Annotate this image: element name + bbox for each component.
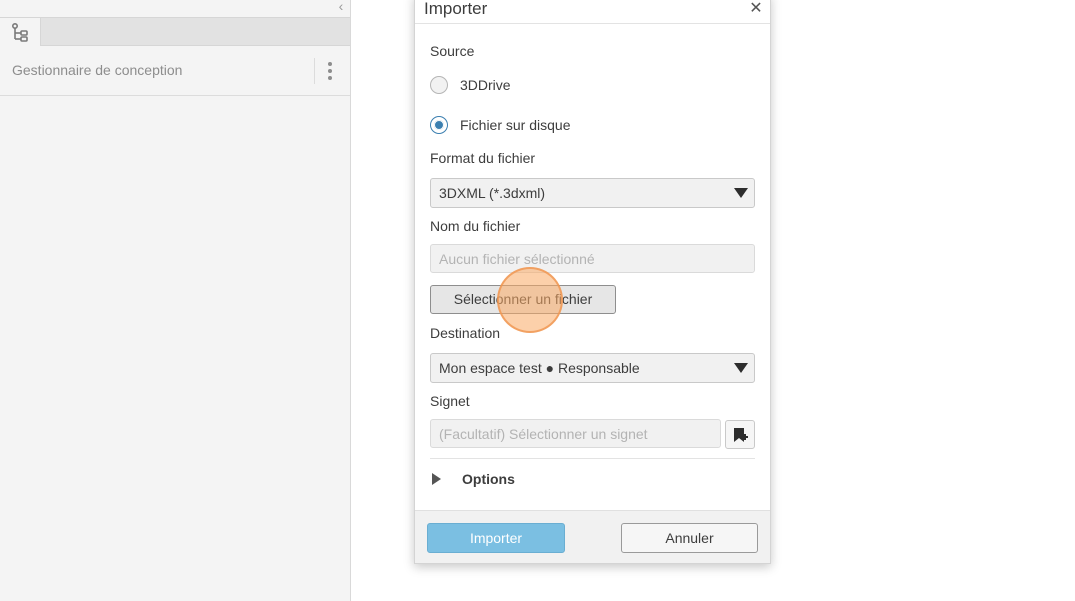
dialog-title: Importer	[424, 0, 488, 18]
filename-label: Nom du fichier	[430, 218, 521, 234]
options-expander[interactable]: Options	[430, 471, 630, 491]
dialog-header: Importer ✕	[415, 0, 770, 24]
caret-right-icon	[432, 473, 441, 485]
source-label: Source	[430, 43, 475, 59]
filename-input[interactable]	[430, 244, 755, 273]
panel-tab-strip	[0, 17, 350, 46]
bookmark-input[interactable]	[430, 419, 721, 448]
format-label: Format du fichier	[430, 150, 536, 166]
radio-3ddrive[interactable]	[430, 76, 448, 94]
chevron-left-icon[interactable]: ‹	[333, 0, 349, 14]
panel-title: Gestionnaire de conception	[12, 62, 183, 78]
destination-select[interactable]: Mon espace test ● Responsable	[430, 353, 755, 383]
import-button[interactable]: Importer	[427, 523, 565, 553]
divider	[314, 58, 315, 84]
tab-design-manager[interactable]	[0, 18, 41, 46]
panel-header: Gestionnaire de conception	[0, 46, 350, 96]
radio-3ddrive-label[interactable]: 3DDrive	[460, 77, 511, 93]
format-value: 3DXML (*.3dxml)	[439, 185, 546, 201]
select-file-button[interactable]: Sélectionner un fichier	[430, 285, 616, 314]
dialog-footer: Importer Annuler	[415, 510, 770, 563]
cancel-button[interactable]: Annuler	[621, 523, 758, 553]
bookmark-label: Signet	[430, 393, 470, 409]
design-manager-panel: ‹ Gestionnaire de conception	[0, 0, 351, 601]
radio-file-on-disk-label[interactable]: Fichier sur disque	[460, 117, 571, 133]
import-dialog: Importer ✕ Source 3DDrive Fichier sur di…	[414, 0, 771, 564]
options-label: Options	[462, 471, 515, 487]
destination-value: Mon espace test ● Responsable	[439, 360, 640, 376]
caret-down-icon	[734, 188, 748, 198]
format-select[interactable]: 3DXML (*.3dxml)	[430, 178, 755, 208]
destination-label: Destination	[430, 325, 501, 341]
separator	[430, 458, 755, 459]
caret-down-icon	[734, 363, 748, 373]
bookmark-add-button[interactable]	[725, 420, 755, 449]
radio-file-on-disk[interactable]	[430, 116, 448, 134]
close-icon[interactable]: ✕	[748, 1, 764, 17]
tree-structure-icon	[11, 22, 28, 42]
bookmark-add-icon	[734, 427, 748, 442]
kebab-menu-icon[interactable]	[322, 58, 338, 84]
